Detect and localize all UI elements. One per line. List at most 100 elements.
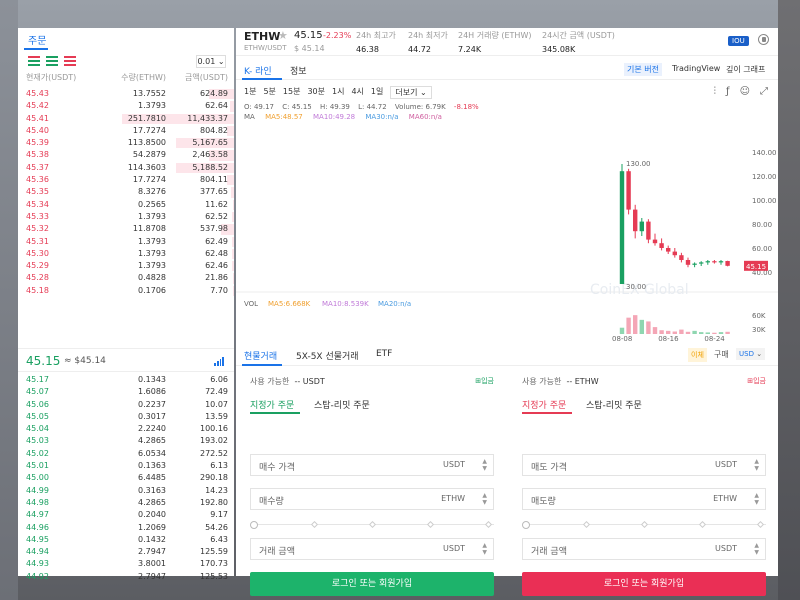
stepper-icon[interactable]: ▲ ▼: [482, 542, 487, 556]
currency-select[interactable]: USD ⌄: [736, 348, 766, 360]
timeframe-4[interactable]: 1시: [332, 86, 344, 99]
buy-tab-stop-limit[interactable]: 스탑-리밋 주문: [314, 398, 370, 411]
stepper-icon[interactable]: ▲ ▼: [754, 492, 759, 506]
timeframe-2[interactable]: 15분: [283, 86, 301, 99]
both-sides-view-icon[interactable]: [28, 56, 40, 66]
ask-row[interactable]: 45.43 13.7552 624.89: [18, 88, 234, 100]
bid-row[interactable]: 44.95 0.1432 6.43: [18, 534, 234, 546]
bid-row[interactable]: 44.98 4.2865 192.80: [18, 497, 234, 509]
buy-price-input[interactable]: 매수 가격 USDT ▲ ▼: [250, 454, 494, 476]
timeframe-6[interactable]: 1일: [371, 86, 383, 99]
bid-row[interactable]: 45.05 0.3017 13.59: [18, 411, 234, 423]
ask-row[interactable]: 45.31 1.3793 62.49: [18, 236, 234, 248]
orderbook-tab[interactable]: 주문: [28, 32, 46, 47]
sell-login-button[interactable]: 로그인 또는 회원가입: [522, 572, 766, 596]
slider-step[interactable]: [426, 520, 435, 529]
iou-badge[interactable]: IOU: [728, 36, 749, 46]
signal-bars-icon[interactable]: [214, 356, 224, 366]
fullscreen-icon[interactable]: ⤢: [760, 86, 768, 97]
stepper-icon[interactable]: ▲ ▼: [482, 492, 487, 506]
indicator-icon[interactable]: ƒ: [726, 86, 730, 97]
ask-row[interactable]: 45.29 1.3793 62.46: [18, 260, 234, 272]
timeframe-0[interactable]: 1분: [244, 86, 256, 99]
tab-etf[interactable]: ETF: [376, 349, 392, 359]
stepper-icon[interactable]: ▲ ▼: [754, 458, 759, 472]
buy-crypto-link[interactable]: 구매: [714, 349, 729, 360]
bid-row[interactable]: 45.03 4.2865 193.02: [18, 435, 234, 447]
slider-step[interactable]: [484, 520, 493, 529]
bid-row[interactable]: 44.96 1.2069 54.26: [18, 522, 234, 534]
sell-amount-slider[interactable]: [522, 520, 766, 529]
ask-row[interactable]: 45.42 1.3793 62.64: [18, 100, 234, 112]
bids-only-view-icon[interactable]: [46, 56, 58, 66]
stepper-icon[interactable]: ▲ ▼: [754, 542, 759, 556]
bid-row[interactable]: 44.93 3.8001 170.73: [18, 558, 234, 570]
bid-row[interactable]: 45.01 0.1363 6.13: [18, 460, 234, 472]
ask-row[interactable]: 45.34 0.2565 11.62: [18, 199, 234, 211]
info-circle-icon[interactable]: [758, 34, 769, 45]
slider-step[interactable]: [368, 520, 377, 529]
buy-tab-limit[interactable]: 지정가 주문: [250, 398, 294, 411]
timeframe-3[interactable]: 30분: [307, 86, 325, 99]
bid-row[interactable]: 44.97 0.2040 9.17: [18, 509, 234, 521]
ask-row[interactable]: 45.30 1.3793 62.48: [18, 248, 234, 260]
asks-only-view-icon[interactable]: [64, 56, 76, 66]
favorite-star-icon[interactable]: ★: [278, 29, 288, 42]
ask-row[interactable]: 45.38 54.2879 2,463.58: [18, 149, 234, 161]
sell-tab-stop-limit[interactable]: 스탑-리밋 주문: [586, 398, 642, 411]
ask-row[interactable]: 45.36 17.7274 804.11: [18, 174, 234, 186]
stepper-icon[interactable]: ▲ ▼: [482, 458, 487, 472]
bid-row[interactable]: 45.00 6.4485 290.18: [18, 472, 234, 484]
slider-knob[interactable]: [250, 521, 258, 529]
timeframe-5[interactable]: 4시: [351, 86, 363, 99]
bid-row[interactable]: 45.04 2.2240 100.16: [18, 423, 234, 435]
sell-total-input[interactable]: 거래 금액 USDT ▲ ▼: [522, 538, 766, 560]
settings-icon[interactable]: ☺: [740, 86, 750, 97]
kline-chart[interactable]: CoinEX Global 140.00120.00100.0080.0060.…: [236, 122, 778, 344]
ask-row[interactable]: 45.39 113.8500 5,167.65: [18, 137, 234, 149]
timeframe-1[interactable]: 5분: [263, 86, 275, 99]
tab-info[interactable]: 정보: [290, 64, 307, 77]
bid-row[interactable]: 45.02 6.0534 272.52: [18, 448, 234, 460]
sell-qty-input[interactable]: 매도량 ETHW ▲ ▼: [522, 488, 766, 510]
buy-total-input[interactable]: 거래 금액 USDT ▲ ▼: [250, 538, 494, 560]
bid-qty: 0.1343: [138, 375, 166, 384]
transfer-tag[interactable]: 이체: [688, 348, 707, 362]
buy-amount-slider[interactable]: [250, 520, 494, 529]
tab-tradingview[interactable]: TradingView: [672, 64, 720, 73]
slider-knob[interactable]: [522, 521, 530, 529]
buy-qty-input[interactable]: 매수량 ETHW ▲ ▼: [250, 488, 494, 510]
tab-kline[interactable]: K- 라인: [244, 64, 272, 77]
ask-row[interactable]: 45.41 251.7810 11,433.37: [18, 113, 234, 125]
bid-row[interactable]: 45.07 1.6086 72.49: [18, 386, 234, 398]
sell-deposit-link[interactable]: ⊞입금: [747, 376, 766, 386]
sell-tab-limit[interactable]: 지정가 주문: [522, 398, 566, 411]
ask-row[interactable]: 45.18 0.1706 7.70: [18, 285, 234, 297]
sell-price-input[interactable]: 매도 가격 USDT ▲ ▼: [522, 454, 766, 476]
bid-row[interactable]: 45.17 0.1343 6.06: [18, 374, 234, 386]
bid-row[interactable]: 45.06 0.2237 10.07: [18, 399, 234, 411]
tab-depth-chart[interactable]: 깊이 그래프: [726, 64, 765, 75]
bid-row[interactable]: 44.92 2.7947 125.53: [18, 571, 234, 583]
timeframe-more-dropdown[interactable]: 더보기 ⌄: [390, 86, 432, 99]
candle-style-icon[interactable]: ⫶: [714, 86, 717, 97]
buy-deposit-link[interactable]: ⊞입금: [475, 376, 494, 386]
ask-row[interactable]: 45.28 0.4828 21.86: [18, 272, 234, 284]
slider-step[interactable]: [756, 520, 765, 529]
precision-select[interactable]: 0.01 ⌄: [196, 55, 226, 68]
bid-row[interactable]: 44.99 0.3163 14.23: [18, 485, 234, 497]
ask-row[interactable]: 45.32 11.8708 537.98: [18, 223, 234, 235]
ask-row[interactable]: 45.37 114.3603 5,188.52: [18, 162, 234, 174]
bid-row[interactable]: 44.94 2.7947 125.59: [18, 546, 234, 558]
tab-basic-version[interactable]: 기본 버전: [624, 63, 662, 76]
slider-step[interactable]: [310, 520, 319, 529]
tab-spot[interactable]: 현물거래: [244, 349, 277, 362]
buy-login-button[interactable]: 로그인 또는 회원가입: [250, 572, 494, 596]
slider-step[interactable]: [582, 520, 591, 529]
ask-row[interactable]: 45.35 8.3276 377.65: [18, 186, 234, 198]
tab-futures[interactable]: 5X-5X 선물거래: [296, 349, 359, 362]
ask-row[interactable]: 45.33 1.3793 62.52: [18, 211, 234, 223]
ask-row[interactable]: 45.40 17.7274 804.82: [18, 125, 234, 137]
slider-step[interactable]: [640, 520, 649, 529]
slider-step[interactable]: [698, 520, 707, 529]
